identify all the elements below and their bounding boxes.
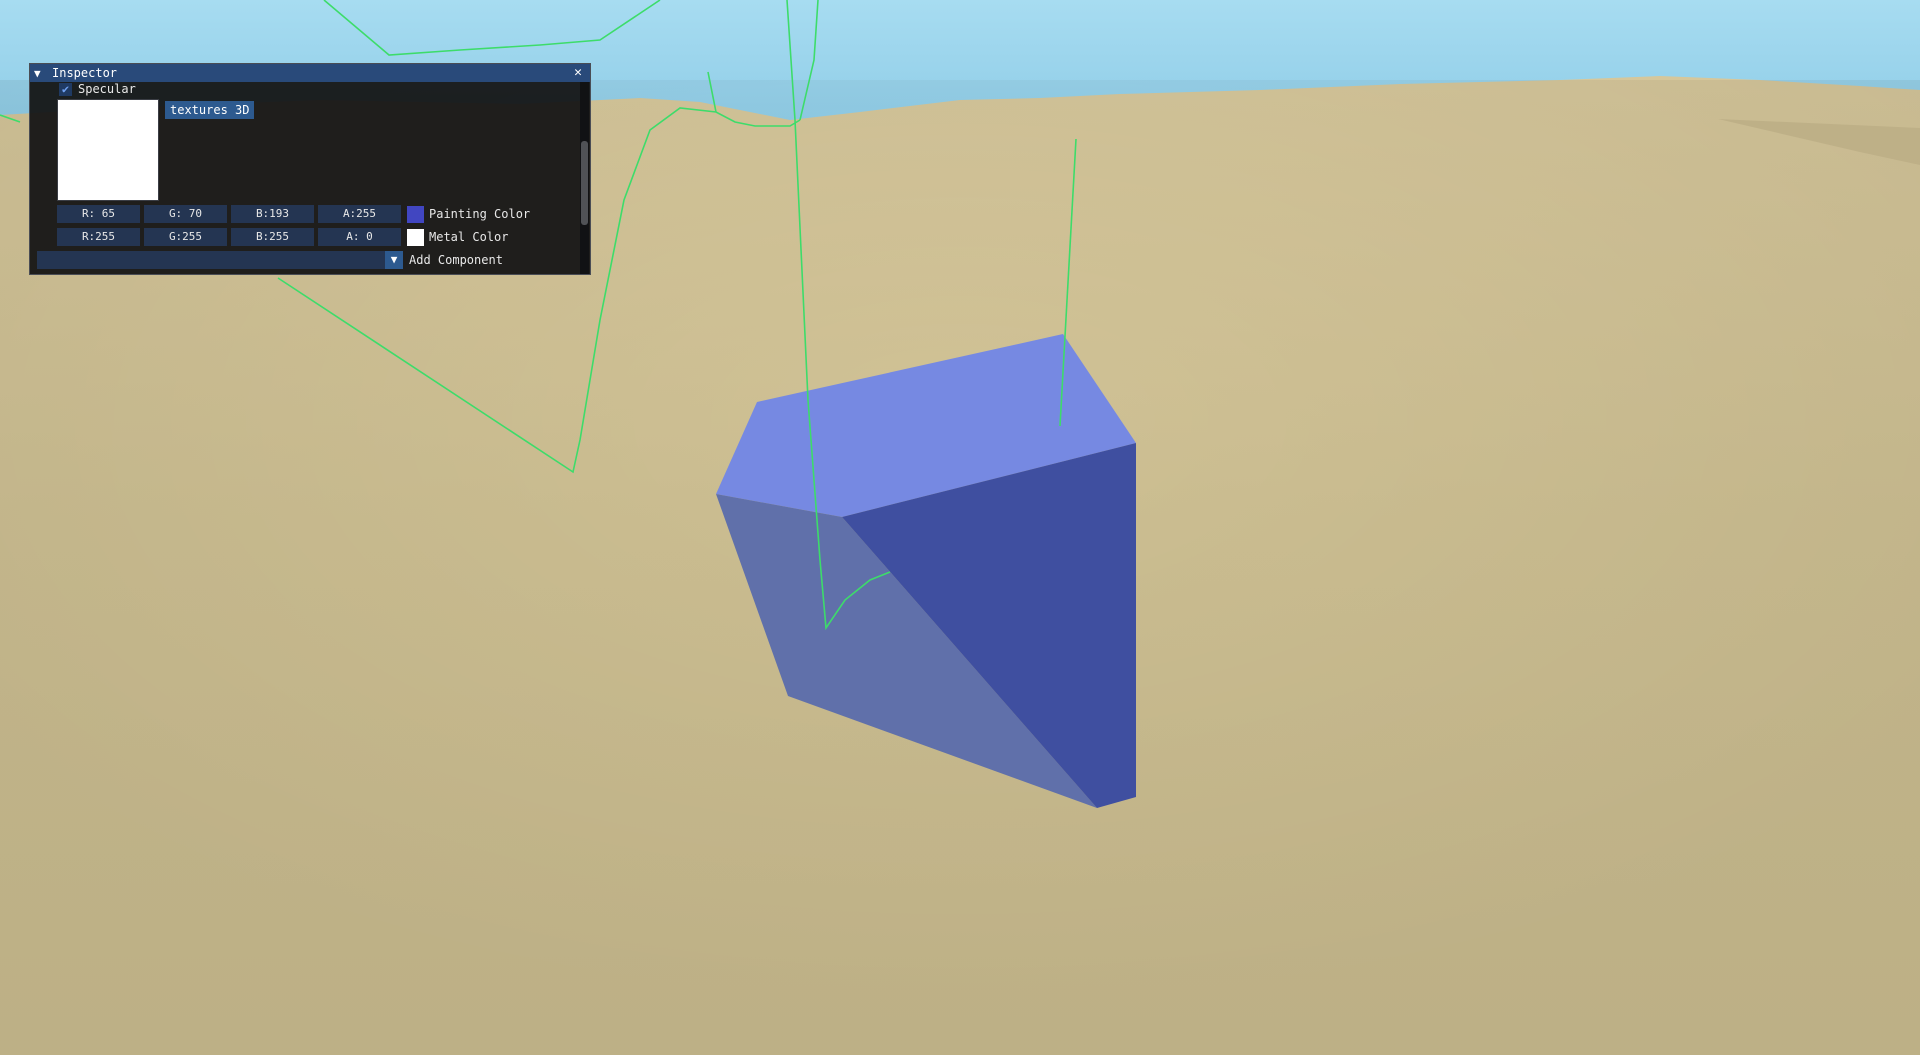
- painting-g-field[interactable]: G: 70: [144, 205, 227, 223]
- metal-color-label: Metal Color: [429, 230, 509, 244]
- inspector-body[interactable]: ✔ Specular textures 3D R: 65 G: 70 B:193…: [30, 82, 590, 274]
- metal-color-row: R:255 G:255 B:255 A: 0 Metal Color: [57, 228, 508, 246]
- specular-label: Specular: [78, 82, 136, 96]
- inspector-scrollbar[interactable]: [580, 82, 589, 274]
- scrollbar-thumb[interactable]: [581, 141, 588, 225]
- texture-preview[interactable]: [57, 99, 159, 201]
- painting-color-swatch[interactable]: [407, 205, 424, 223]
- metal-b-field[interactable]: B:255: [231, 228, 314, 246]
- chevron-down-icon[interactable]: ▼: [385, 251, 403, 269]
- painting-r-field[interactable]: R: 65: [57, 205, 140, 223]
- specular-checkbox[interactable]: ✔: [59, 82, 72, 96]
- inspector-title: Inspector: [52, 66, 118, 80]
- inspector-titlebar[interactable]: ▼ Inspector ✕: [30, 64, 590, 82]
- painting-color-row: R: 65 G: 70 B:193 A:255 Painting Color: [57, 205, 530, 223]
- metal-a-field[interactable]: A: 0: [318, 228, 401, 246]
- add-component-dropdown[interactable]: ▼: [37, 251, 403, 269]
- painting-b-field[interactable]: B:193: [231, 205, 314, 223]
- metal-r-field[interactable]: R:255: [57, 228, 140, 246]
- close-icon[interactable]: ✕: [571, 65, 585, 81]
- metal-color-swatch[interactable]: [407, 228, 424, 246]
- add-component-label: Add Component: [409, 253, 503, 267]
- painting-a-field[interactable]: A:255: [318, 205, 401, 223]
- specular-row[interactable]: ✔ Specular: [59, 82, 136, 96]
- inspector-window[interactable]: ▼ Inspector ✕ ✔ Specular textures 3D R: …: [29, 63, 591, 275]
- textures-3d-button[interactable]: textures 3D: [165, 101, 255, 119]
- game-viewport[interactable]: ▼ Inspector ✕ ✔ Specular textures 3D R: …: [0, 0, 1920, 1055]
- add-component-row: ▼ Add Component: [37, 251, 503, 269]
- metal-g-field[interactable]: G:255: [144, 228, 227, 246]
- painting-color-label: Painting Color: [429, 207, 531, 221]
- triangle-down-icon[interactable]: ▼: [34, 67, 48, 80]
